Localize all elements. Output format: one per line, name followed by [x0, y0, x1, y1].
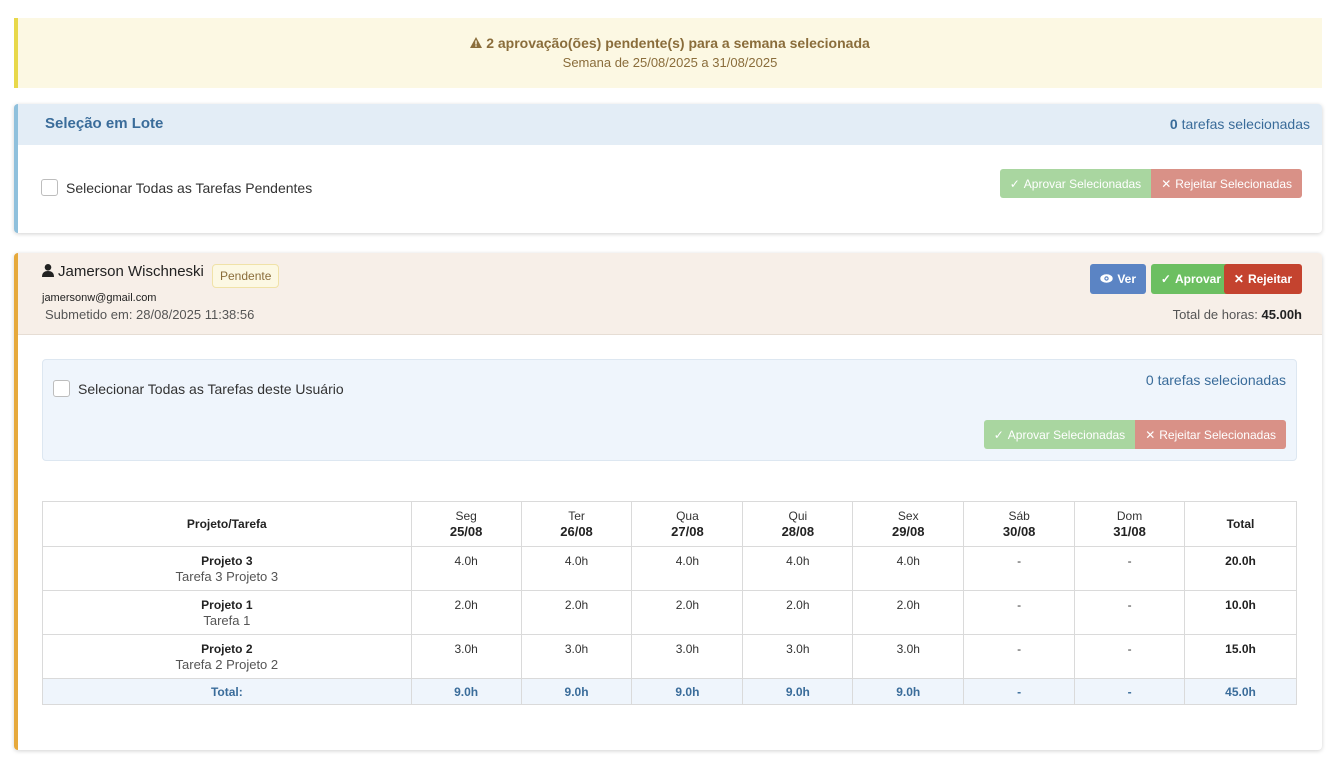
hours-cell: 3.0h — [852, 634, 965, 679]
user-selected-count: 0 tarefas selecionadas — [1145, 372, 1286, 388]
select-all-user-tasks-checkbox[interactable] — [53, 380, 70, 397]
day-header: Qui 28/08 — [742, 501, 854, 547]
alert-message-line: 2 aprovação(ões) pendente(s) para a sema… — [18, 35, 1322, 51]
close-icon: ✕ — [1233, 272, 1244, 286]
check-icon: ✓ — [993, 427, 1004, 442]
batch-selection-title: Seleção em Lote — [45, 115, 164, 132]
pending-alert: 2 aprovação(ões) pendente(s) para a sema… — [14, 18, 1322, 88]
footer-hours-cell: 9.0h — [852, 678, 965, 705]
hours-cell: - — [963, 590, 1076, 635]
table-footer-row: Total: 9.0h 9.0h 9.0h 9.0h 9.0h - - 45.0… — [42, 678, 1297, 705]
user-email: jamersonw@gmail.com — [42, 292, 157, 304]
status-badge: Pendente — [212, 264, 280, 288]
view-button[interactable]: Ver — [1090, 264, 1146, 294]
user-reject-selected-button[interactable]: ✕ Rejeitar Selecionadas — [1135, 420, 1286, 449]
timesheet-table: Projeto/Tarefa Seg 25/08 Ter 26/08 Qua 27/0… — [42, 501, 1297, 705]
close-icon: ✕ — [1161, 176, 1172, 191]
eye-icon — [1100, 272, 1114, 286]
batch-selected-count: 0 tarefas selecionadas — [1169, 116, 1310, 132]
hours-cell: - — [1074, 634, 1186, 679]
hours-cell: 3.0h — [520, 634, 633, 679]
hours-cell: 2.0h — [520, 590, 633, 635]
hours-cell: 3.0h — [742, 634, 854, 679]
hours-cell: - — [963, 634, 1076, 679]
hours-cell: 2.0h — [852, 590, 965, 635]
project-cell: Projeto 1 Tarefa 1 — [42, 590, 412, 635]
select-all-user-tasks-label: Selecionar Todas as Tarefas deste Usuári… — [78, 380, 344, 397]
footer-hours-cell: 9.0h — [410, 678, 522, 705]
day-header: Dom 31/08 — [1074, 501, 1186, 547]
day-header: Qua 27/08 — [631, 501, 744, 547]
hours-cell: - — [963, 546, 1076, 591]
select-all-pending-checkbox[interactable] — [41, 179, 58, 196]
day-header: Ter 26/08 — [520, 501, 633, 547]
user-icon — [42, 263, 54, 280]
alert-message: 2 aprovação(ões) pendente(s) para a sema… — [486, 35, 870, 51]
user-task-selection: Selecionar Todas as Tarefas deste Usuári… — [42, 359, 1297, 461]
day-header: Sex 29/08 — [852, 501, 965, 547]
hours-cell: 4.0h — [852, 546, 965, 591]
close-icon: ✕ — [1145, 427, 1156, 442]
table-header-row: Projeto/Tarefa Seg 25/08 Ter 26/08 Qua 27/0… — [42, 501, 1297, 547]
row-total-cell: 10.0h — [1184, 590, 1297, 635]
footer-hours-cell: - — [963, 678, 1076, 705]
check-icon: ✓ — [1160, 272, 1171, 286]
hours-cell: - — [1074, 590, 1186, 635]
batch-selection-card: Seleção em Lote 0 tarefas selecionadas S… — [14, 104, 1322, 233]
footer-hours-cell: - — [1074, 678, 1186, 705]
table-row: Projeto 2 Tarefa 2 Projeto 2 3.0h 3.0h 3.… — [42, 634, 1297, 679]
hours-cell: 4.0h — [631, 546, 744, 591]
hours-cell: 2.0h — [631, 590, 744, 635]
hours-cell: 4.0h — [520, 546, 633, 591]
hours-cell: 3.0h — [410, 634, 522, 679]
hours-cell: - — [1074, 546, 1186, 591]
footer-total-cell: 45.0h — [1184, 678, 1297, 705]
check-icon: ✓ — [1009, 176, 1020, 191]
table-row: Projeto 1 Tarefa 1 2.0h 2.0h 2.0h 2.0h 2.… — [42, 590, 1297, 635]
approve-selected-button[interactable]: ✓ Aprovar Selecionadas — [999, 169, 1152, 198]
select-all-user-tasks[interactable]: Selecionar Todas as Tarefas deste Usuári… — [53, 380, 344, 397]
row-total-cell: 15.0h — [1184, 634, 1297, 679]
day-header: Seg 25/08 — [410, 501, 522, 547]
table-row: Projeto 3 Tarefa 3 Projeto 3 4.0h 4.0h 4.… — [42, 546, 1297, 591]
alert-week: Semana de 25/08/2025 a 31/08/2025 — [562, 55, 778, 70]
project-cell: Projeto 3 Tarefa 3 Projeto 3 — [42, 546, 412, 591]
hours-cell: 2.0h — [410, 590, 522, 635]
footer-hours-cell: 9.0h — [520, 678, 633, 705]
total-header: Total — [1184, 501, 1297, 547]
row-total-cell: 20.0h — [1184, 546, 1297, 591]
select-all-pending[interactable]: Selecionar Todas as Tarefas Pendentes — [41, 179, 312, 196]
hours-cell: 2.0h — [742, 590, 854, 635]
project-cell: Projeto 2 Tarefa 2 Projeto 2 — [42, 634, 412, 679]
project-task-header: Projeto/Tarefa — [42, 501, 412, 547]
submitted-at: Submetido em: 28/08/2025 11:38:56 — [45, 307, 255, 322]
hours-cell: 3.0h — [631, 634, 744, 679]
reject-selected-button[interactable]: ✕ Rejeitar Selecionadas — [1151, 169, 1302, 198]
reject-button[interactable]: ✕ Rejeitar — [1223, 264, 1302, 294]
approve-button[interactable]: ✓ Aprovar — [1150, 264, 1231, 294]
user-header: Jamerson Wischneski Pendente jamersonw@g… — [18, 253, 1322, 335]
batch-selection-header: Seleção em Lote 0 tarefas selecionadas — [18, 104, 1322, 145]
user-approval-card: Jamerson Wischneski Pendente jamersonw@g… — [14, 253, 1322, 750]
user-batch-actions: ✓ Aprovar Selecionadas ✕ Rejeitar Selecion… — [983, 420, 1286, 449]
hours-cell: 4.0h — [410, 546, 522, 591]
footer-label: Total: — [42, 678, 412, 705]
warning-icon — [470, 36, 483, 51]
user-name: Jamerson Wischneski — [42, 263, 204, 280]
total-hours: Total de horas: 45.00h — [1172, 307, 1302, 322]
footer-hours-cell: 9.0h — [631, 678, 744, 705]
footer-hours-cell: 9.0h — [742, 678, 854, 705]
select-all-pending-label: Selecionar Todas as Tarefas Pendentes — [66, 179, 313, 196]
hours-cell: 4.0h — [742, 546, 854, 591]
user-approve-selected-button[interactable]: ✓ Aprovar Selecionadas — [983, 420, 1136, 449]
batch-actions: ✓ Aprovar Selecionadas ✕ Rejeitar Selecion… — [999, 169, 1302, 198]
day-header: Sáb 30/08 — [963, 501, 1076, 547]
